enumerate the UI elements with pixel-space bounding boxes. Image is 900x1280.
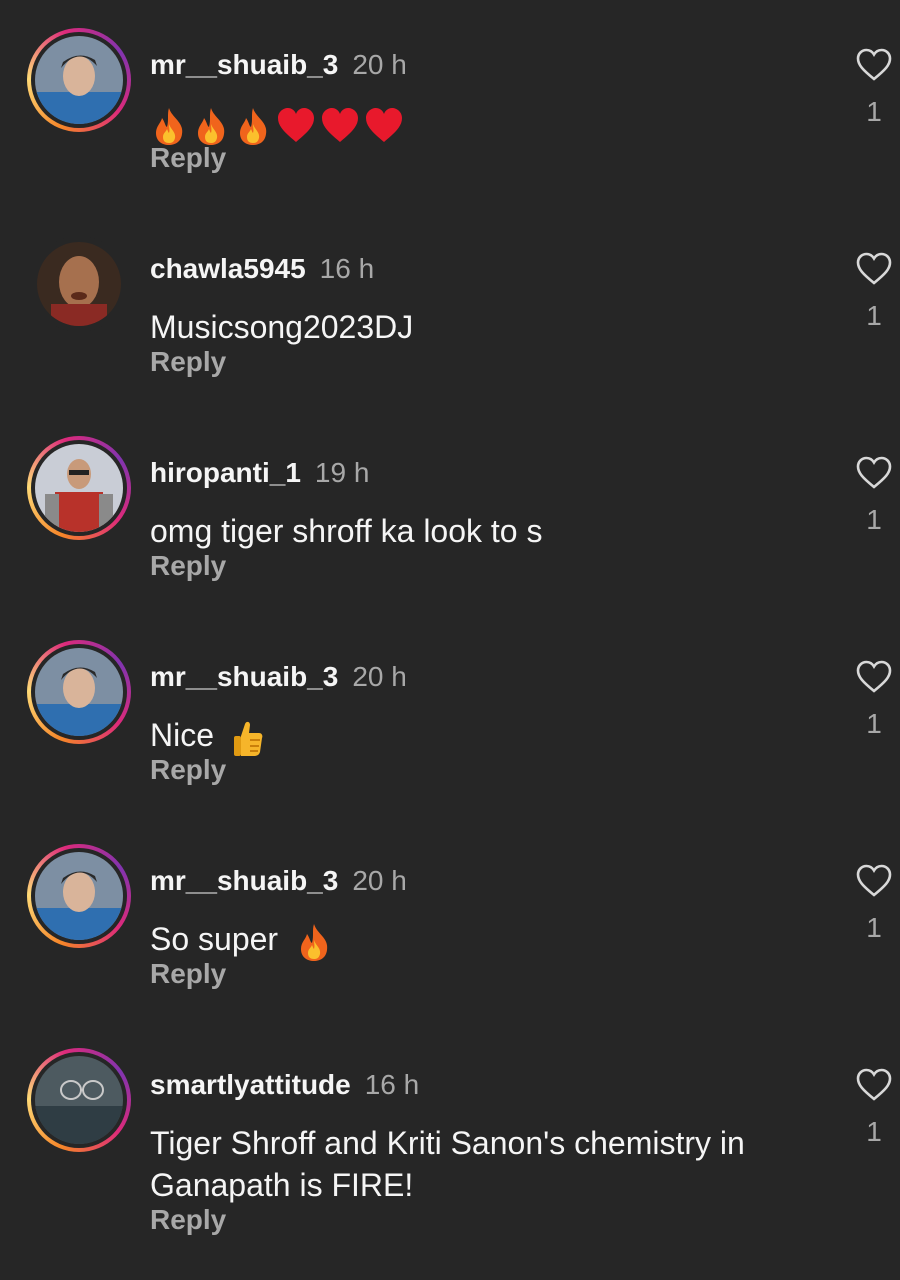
like-count: 1 [866, 708, 882, 739]
comment-text [150, 102, 830, 146]
like-control: 1 [852, 456, 896, 536]
reply-button[interactable]: Reply [150, 550, 226, 582]
fire-icon [156, 107, 183, 145]
like-control: 1 [852, 864, 896, 944]
comment-text: Musicsong2023DJ [150, 309, 414, 345]
heart-outline-icon[interactable] [856, 48, 892, 82]
avatar[interactable] [35, 648, 123, 736]
comment-text: Nice [150, 714, 830, 758]
heart-outline-icon[interactable] [856, 252, 892, 286]
username[interactable]: hiropanti_1 [150, 457, 301, 488]
like-count: 1 [866, 96, 882, 127]
story-ring[interactable] [27, 436, 131, 540]
timestamp: 20 h [352, 49, 407, 80]
comment-text: Tiger Shroff and Kriti Sanon's chemistry… [150, 1125, 745, 1203]
reply-button[interactable]: Reply [150, 142, 226, 174]
username[interactable]: mr__shuaib_3 [150, 865, 338, 896]
heart-icon [322, 107, 358, 142]
reply-button[interactable]: Reply [150, 346, 226, 378]
reply-button[interactable]: Reply [150, 958, 226, 990]
timestamp: 20 h [352, 865, 407, 896]
reply-button[interactable]: Reply [150, 1204, 226, 1236]
like-control: 1 [852, 1068, 896, 1148]
avatar[interactable] [35, 1056, 123, 1144]
username[interactable]: chawla5945 [150, 253, 306, 284]
like-count: 1 [866, 504, 882, 535]
timestamp: 16 h [364, 1069, 420, 1100]
avatar[interactable] [35, 852, 123, 940]
story-ring[interactable] [27, 1048, 131, 1152]
avatar[interactable] [35, 444, 123, 532]
like-control: 1 [852, 660, 896, 740]
heart-icon [278, 107, 314, 142]
story-ring[interactable] [27, 640, 131, 744]
comment-text: So super [150, 918, 830, 962]
comment-text-content: So super [150, 921, 279, 957]
like-control: 1 [852, 252, 896, 332]
heart-outline-icon[interactable] [856, 1068, 892, 1102]
heart-outline-icon[interactable] [856, 660, 892, 694]
username[interactable]: mr__shuaib_3 [150, 661, 338, 692]
timestamp: 16 h [319, 253, 375, 284]
thumbs-up-icon [233, 721, 263, 756]
heart-outline-icon[interactable] [856, 456, 892, 490]
story-ring[interactable] [27, 28, 131, 132]
timestamp: 19 h [314, 457, 370, 488]
like-count: 1 [866, 912, 882, 943]
fire-icon [240, 107, 267, 145]
like-control: 1 [852, 48, 896, 128]
like-count: 1 [866, 300, 882, 331]
story-ring[interactable] [27, 844, 131, 948]
comment-text: omg tiger shroff ka look to s [150, 513, 543, 549]
avatar[interactable] [37, 242, 121, 326]
reply-button[interactable]: Reply [150, 754, 226, 786]
avatar[interactable] [35, 36, 123, 124]
comment-emojis [150, 106, 404, 146]
comment-list: mr__shuaib_3 20 h Reply 1 chawla5945 16 … [0, 0, 900, 1280]
username[interactable]: mr__shuaib_3 [150, 49, 338, 80]
fire-icon [300, 923, 328, 961]
like-count: 1 [866, 1116, 882, 1147]
avatar-frame[interactable] [27, 232, 131, 336]
timestamp: 20 h [352, 661, 407, 692]
fire-icon [198, 107, 225, 145]
heart-outline-icon[interactable] [856, 864, 892, 898]
username[interactable]: smartlyattitude [150, 1069, 351, 1100]
comment-text-content: Nice [150, 717, 215, 753]
heart-icon [366, 107, 402, 142]
